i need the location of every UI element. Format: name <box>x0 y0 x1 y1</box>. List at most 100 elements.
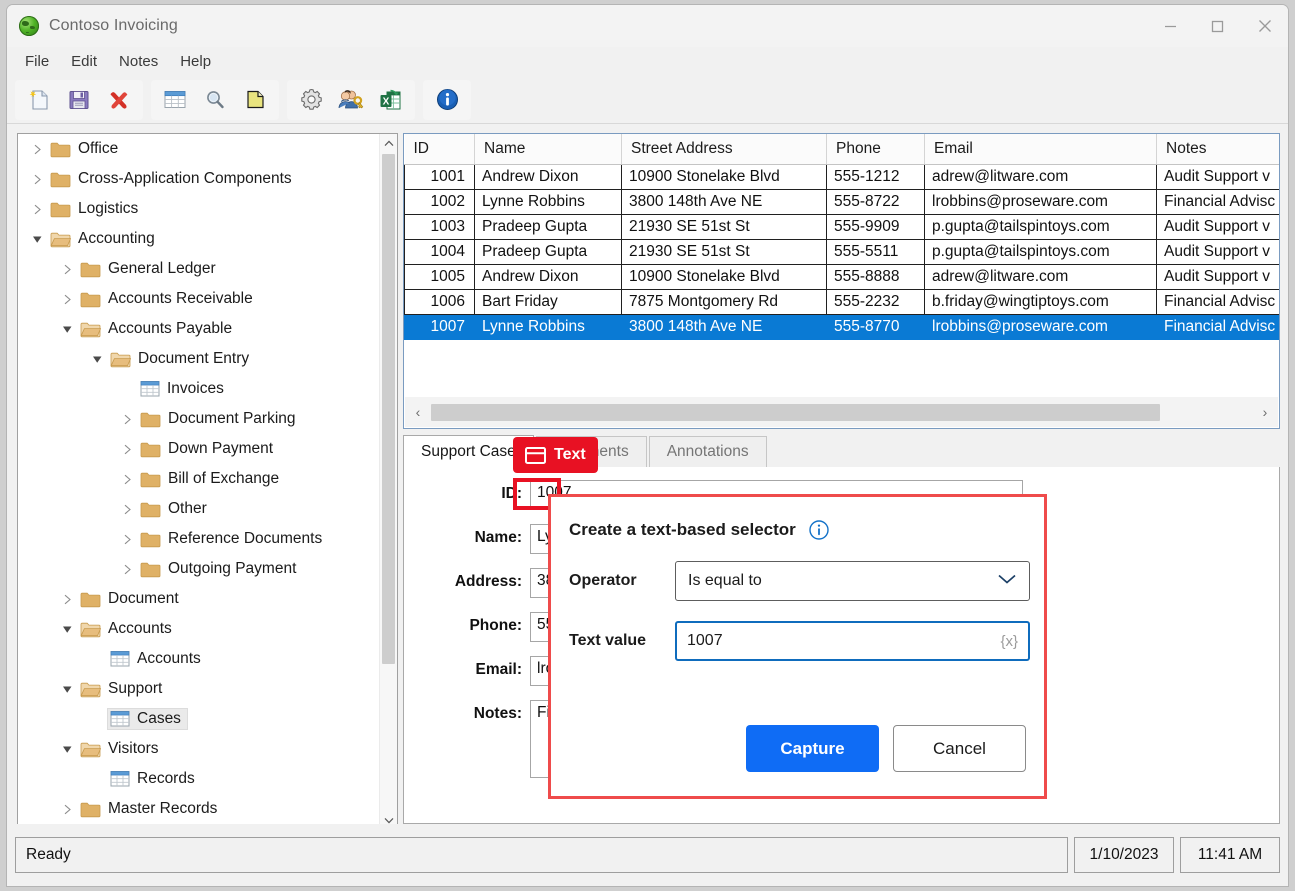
tree-item-content[interactable]: Accounts Payable <box>78 319 238 339</box>
cell-name[interactable]: Bart Friday <box>475 289 622 314</box>
tree-item-bill-of-exchange[interactable]: Bill of Exchange <box>18 464 380 494</box>
excel-export-icon[interactable]: X <box>371 83 411 117</box>
column-header-address[interactable]: Street Address <box>622 134 827 164</box>
note-page-icon[interactable] <box>235 83 275 117</box>
cell-id[interactable]: 1001 <box>405 164 475 189</box>
tree-item-office[interactable]: Office <box>18 134 380 164</box>
tree-item-content[interactable]: Document Entry <box>108 349 255 369</box>
cell-address[interactable]: 21930 SE 51st St <box>622 239 827 264</box>
cell-email[interactable]: p.gupta@tailspintoys.com <box>925 214 1157 239</box>
save-floppy-icon[interactable] <box>59 83 99 117</box>
tree-item-accounting[interactable]: Accounting <box>18 224 380 254</box>
tree-item-support[interactable]: Support <box>18 674 380 704</box>
tree-item-content[interactable]: Accounts <box>78 619 178 639</box>
cell-notes[interactable]: Audit Support v <box>1157 214 1281 239</box>
cell-name[interactable]: Pradeep Gupta <box>475 239 622 264</box>
cell-name[interactable]: Andrew Dixon <box>475 264 622 289</box>
cell-email[interactable]: b.friday@wingtiptoys.com <box>925 289 1157 314</box>
tree-item-content[interactable]: Cases <box>108 709 187 729</box>
menu-item-edit[interactable]: Edit <box>61 50 107 73</box>
cell-phone[interactable]: 555-8888 <box>827 264 925 289</box>
table-row[interactable]: 1007Lynne Robbins3800 148th Ave NE555-87… <box>405 314 1281 339</box>
grid-horizontal-scrollbar[interactable]: ‹ › <box>405 397 1278 427</box>
tree-collapsed-arrow-icon[interactable] <box>56 294 78 305</box>
variable-token-icon[interactable]: {x} <box>1000 633 1018 650</box>
scroll-right-arrow-icon[interactable]: › <box>1252 404 1278 420</box>
tree-item-content[interactable]: Outgoing Payment <box>138 559 302 579</box>
cell-id[interactable]: 1002 <box>405 189 475 214</box>
menu-item-help[interactable]: Help <box>170 50 221 73</box>
cell-email[interactable]: p.gupta@tailspintoys.com <box>925 239 1157 264</box>
tree-item-other[interactable]: Other <box>18 494 380 524</box>
tree-item-general-ledger[interactable]: General Ledger <box>18 254 380 284</box>
cell-address[interactable]: 10900 Stonelake Blvd <box>622 264 827 289</box>
table-row[interactable]: 1003Pradeep Gupta21930 SE 51st St555-990… <box>405 214 1281 239</box>
tree-item-visitors[interactable]: Visitors <box>18 734 380 764</box>
cell-email[interactable]: adrew@litware.com <box>925 164 1157 189</box>
tree-scroll-thumb[interactable] <box>382 154 395 664</box>
cell-notes[interactable]: Financial Advisc <box>1157 314 1281 339</box>
cell-address[interactable]: 3800 148th Ave NE <box>622 314 827 339</box>
info-circle-icon[interactable] <box>427 83 467 117</box>
tree-collapsed-arrow-icon[interactable] <box>56 594 78 605</box>
cell-id[interactable]: 1007 <box>405 314 475 339</box>
text-value-input[interactable]: 1007 {x} <box>675 621 1030 661</box>
menu-item-file[interactable]: File <box>15 50 59 73</box>
tree-item-content[interactable]: General Ledger <box>78 259 222 279</box>
tree-item-content[interactable]: Accounts <box>108 649 207 669</box>
cell-phone[interactable]: 555-9909 <box>827 214 925 239</box>
cell-address[interactable]: 10900 Stonelake Blvd <box>622 164 827 189</box>
cell-email[interactable]: lrobbins@proseware.com <box>925 189 1157 214</box>
table-row[interactable]: 1005Andrew Dixon10900 Stonelake Blvd555-… <box>405 264 1281 289</box>
table-row[interactable]: 1006Bart Friday7875 Montgomery Rd555-223… <box>405 289 1281 314</box>
tree-item-content[interactable]: Visitors <box>78 739 165 759</box>
cell-phone[interactable]: 555-1212 <box>827 164 925 189</box>
tree-item-cases[interactable]: Cases <box>18 704 380 734</box>
tree-collapsed-arrow-icon[interactable] <box>26 204 48 215</box>
operator-dropdown[interactable]: Is equal to <box>675 561 1030 601</box>
tree-collapsed-arrow-icon[interactable] <box>116 444 138 455</box>
tree-item-logistics[interactable]: Logistics <box>18 194 380 224</box>
tree-item-content[interactable]: Cross-Application Components <box>48 169 298 189</box>
tab-annotations[interactable]: Annotations <box>649 436 767 467</box>
delete-red-x-icon[interactable] <box>99 83 139 117</box>
tree-item-document[interactable]: Document <box>18 584 380 614</box>
cell-name[interactable]: Lynne Robbins <box>475 314 622 339</box>
column-header-email[interactable]: Email <box>925 134 1157 164</box>
table-row[interactable]: 1001Andrew Dixon10900 Stonelake Blvd555-… <box>405 164 1281 189</box>
column-header-name[interactable]: Name <box>475 134 622 164</box>
cell-phone[interactable]: 555-2232 <box>827 289 925 314</box>
tree-collapsed-arrow-icon[interactable] <box>116 474 138 485</box>
tree-item-content[interactable]: Document <box>78 589 185 609</box>
tree-item-accounts-payable[interactable]: Accounts Payable <box>18 314 380 344</box>
cell-phone[interactable]: 555-8770 <box>827 314 925 339</box>
tree-expanded-arrow-icon[interactable] <box>56 625 78 634</box>
tree-item-content[interactable]: Logistics <box>48 199 144 219</box>
minimize-button[interactable] <box>1147 5 1194 47</box>
table-grid-icon[interactable] <box>155 83 195 117</box>
tree-collapsed-arrow-icon[interactable] <box>116 504 138 515</box>
tree-collapsed-arrow-icon[interactable] <box>26 174 48 185</box>
tree-item-content[interactable]: Document Parking <box>138 409 302 429</box>
cell-id[interactable]: 1005 <box>405 264 475 289</box>
tree-expanded-arrow-icon[interactable] <box>26 235 48 244</box>
tree-item-reference-documents[interactable]: Reference Documents <box>18 524 380 554</box>
users-key-icon[interactable] <box>331 83 371 117</box>
tree-item-content[interactable]: Down Payment <box>138 439 279 459</box>
scroll-left-arrow-icon[interactable]: ‹ <box>405 404 431 420</box>
cell-id[interactable]: 1006 <box>405 289 475 314</box>
tree-item-outgoing-payment[interactable]: Outgoing Payment <box>18 554 380 584</box>
tree-item-document-parking[interactable]: Document Parking <box>18 404 380 434</box>
tree-item-content[interactable]: Office <box>48 139 124 159</box>
tree-item-records[interactable]: Records <box>18 764 380 794</box>
tree-item-down-payment[interactable]: Down Payment <box>18 434 380 464</box>
cell-phone[interactable]: 555-5511 <box>827 239 925 264</box>
tree-expanded-arrow-icon[interactable] <box>56 325 78 334</box>
tree-item-document-entry[interactable]: Document Entry <box>18 344 380 374</box>
settings-gear-icon[interactable] <box>291 83 331 117</box>
table-row[interactable]: 1004Pradeep Gupta21930 SE 51st St555-551… <box>405 239 1281 264</box>
text-selector-badge[interactable]: Text <box>513 437 598 473</box>
table-row[interactable]: 1002Lynne Robbins3800 148th Ave NE555-87… <box>405 189 1281 214</box>
cell-notes[interactable]: Financial Advisc <box>1157 189 1281 214</box>
tree-item-content[interactable]: Accounting <box>48 229 161 249</box>
